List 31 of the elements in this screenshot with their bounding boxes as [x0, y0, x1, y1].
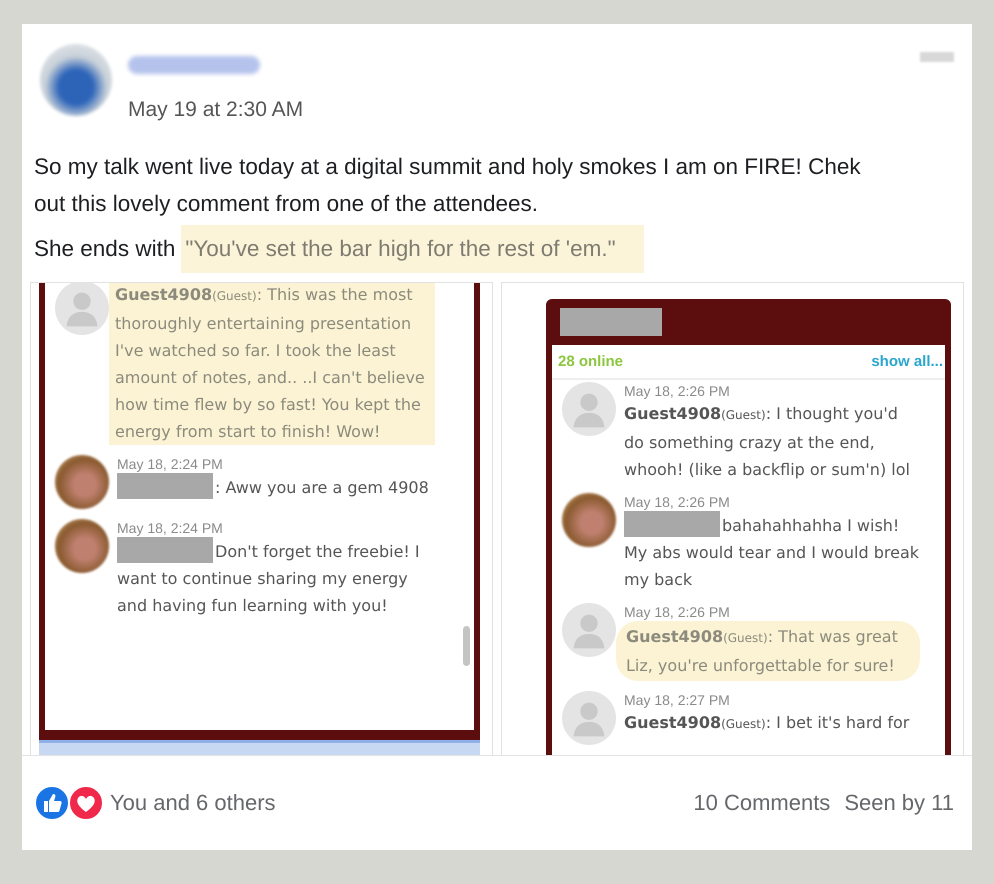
seen-count[interactable]: Seen by 11: [844, 790, 954, 816]
like-and-heart-icon[interactable]: [34, 785, 104, 821]
avatar-photo: [55, 455, 109, 509]
comments-count[interactable]: 10 Comments: [693, 790, 830, 816]
user-silhouette-icon: [562, 691, 616, 745]
chat-message: : Aww you are a gem 4908: [117, 473, 435, 501]
user-silhouette-icon: [562, 382, 616, 436]
message-time: May 18, 2:26 PM: [624, 493, 731, 511]
post-text: She ends with: [34, 236, 176, 262]
chat-message: Guest4908(Guest): That was great Liz, you're unforgettable for sure!: [616, 621, 920, 681]
user-silhouette-icon: [562, 603, 616, 657]
chat-message: Guest4908(Guest): This was the most thoroughly entertaining presentation I've watched so far. I took the least amount of notes, and.. ..I can't believe how time flew by so fast! You kept the energy from start to finish! Wow!: [109, 283, 435, 445]
chat-message: Don't forget the freebie! I want to continue sharing my energy and having fun learning with you!: [117, 537, 435, 619]
online-count: 28 online: [558, 353, 624, 370]
more-icon[interactable]: [920, 52, 954, 62]
chat-message: Guest4908(Guest): I thought you'd do something crazy at the end, whooh! (like a backflip or sum'n) lol: [624, 403, 911, 481]
message-time: May 18, 2:24 PM: [117, 455, 224, 473]
chat-message: bahahahhahha I wish! My abs would tear and I would break my back: [624, 511, 920, 593]
scrollbar-thumb[interactable]: [463, 626, 470, 666]
avatar-photo: [55, 519, 109, 573]
avatar-photo: [40, 44, 112, 116]
chat-message: Guest4908(Guest): I bet it's hard for: [624, 712, 910, 734]
message-time: May 18, 2:26 PM: [624, 603, 731, 621]
highlighted-quote: "You've set the bar high for the rest of 'em.": [181, 225, 644, 273]
avatar-photo: [562, 493, 616, 547]
message-time: May 18, 2:24 PM: [117, 519, 224, 537]
message-time: May 18, 2:26 PM: [624, 382, 731, 400]
post-text: So my talk went live today at a digital summit and holy smokes I am on FIRE! Chek out this lovely comment from one of the attendees.: [33, 153, 862, 218]
reactions-count[interactable]: You and 6 others: [110, 790, 276, 816]
message-time: May 18, 2:27 PM: [624, 691, 731, 709]
post-time[interactable]: May 19 at 2:30 AM: [128, 98, 304, 122]
